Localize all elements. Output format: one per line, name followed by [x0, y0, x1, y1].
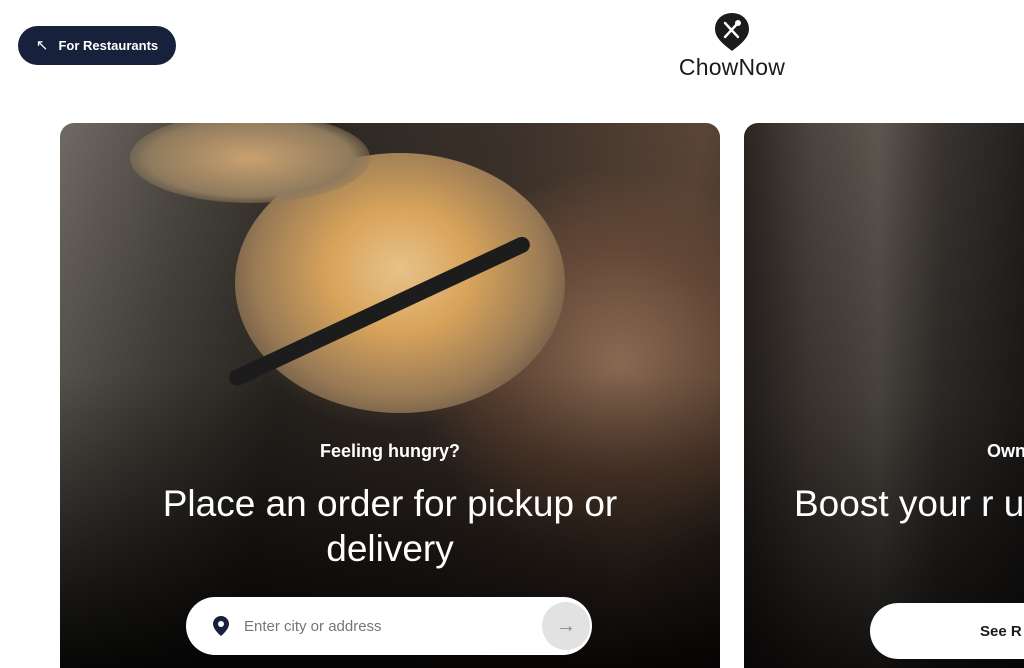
- arrow-right-icon: →: [556, 614, 576, 637]
- search-submit-button[interactable]: →: [542, 602, 590, 650]
- chownow-logo[interactable]: ChowNow: [674, 12, 790, 84]
- location-pin-icon: [213, 616, 229, 636]
- hero-headline: Place an order for pickup or delivery: [162, 483, 618, 569]
- address-search-bar[interactable]: →: [186, 597, 592, 655]
- brand-name: ChowNow: [678, 54, 786, 80]
- hero-kicker-right: Own: [987, 441, 1024, 461]
- address-input[interactable]: [244, 617, 592, 635]
- hero-headline-right: Boost your r up: [794, 483, 1024, 524]
- hero-photo-bowl: [60, 123, 720, 668]
- hero-card-restaurants: Own Boost your r up See R: [744, 123, 1024, 668]
- for-restaurants-label: For Restaurants: [58, 38, 159, 53]
- hero-kicker: Feeling hungry?: [319, 441, 460, 461]
- arrow-up-left-icon: ↖: [35, 37, 49, 54]
- hero-photo-kitchen: [744, 123, 1024, 668]
- hero-card-order: Feeling hungry? Place an order for picku…: [60, 123, 720, 668]
- see-restaurants-button[interactable]: See R: [870, 603, 1024, 659]
- fork-knife-pin-icon: [715, 13, 749, 51]
- for-restaurants-button[interactable]: ↖ For Restaurants: [18, 26, 176, 65]
- see-button-label: See R: [980, 622, 1022, 640]
